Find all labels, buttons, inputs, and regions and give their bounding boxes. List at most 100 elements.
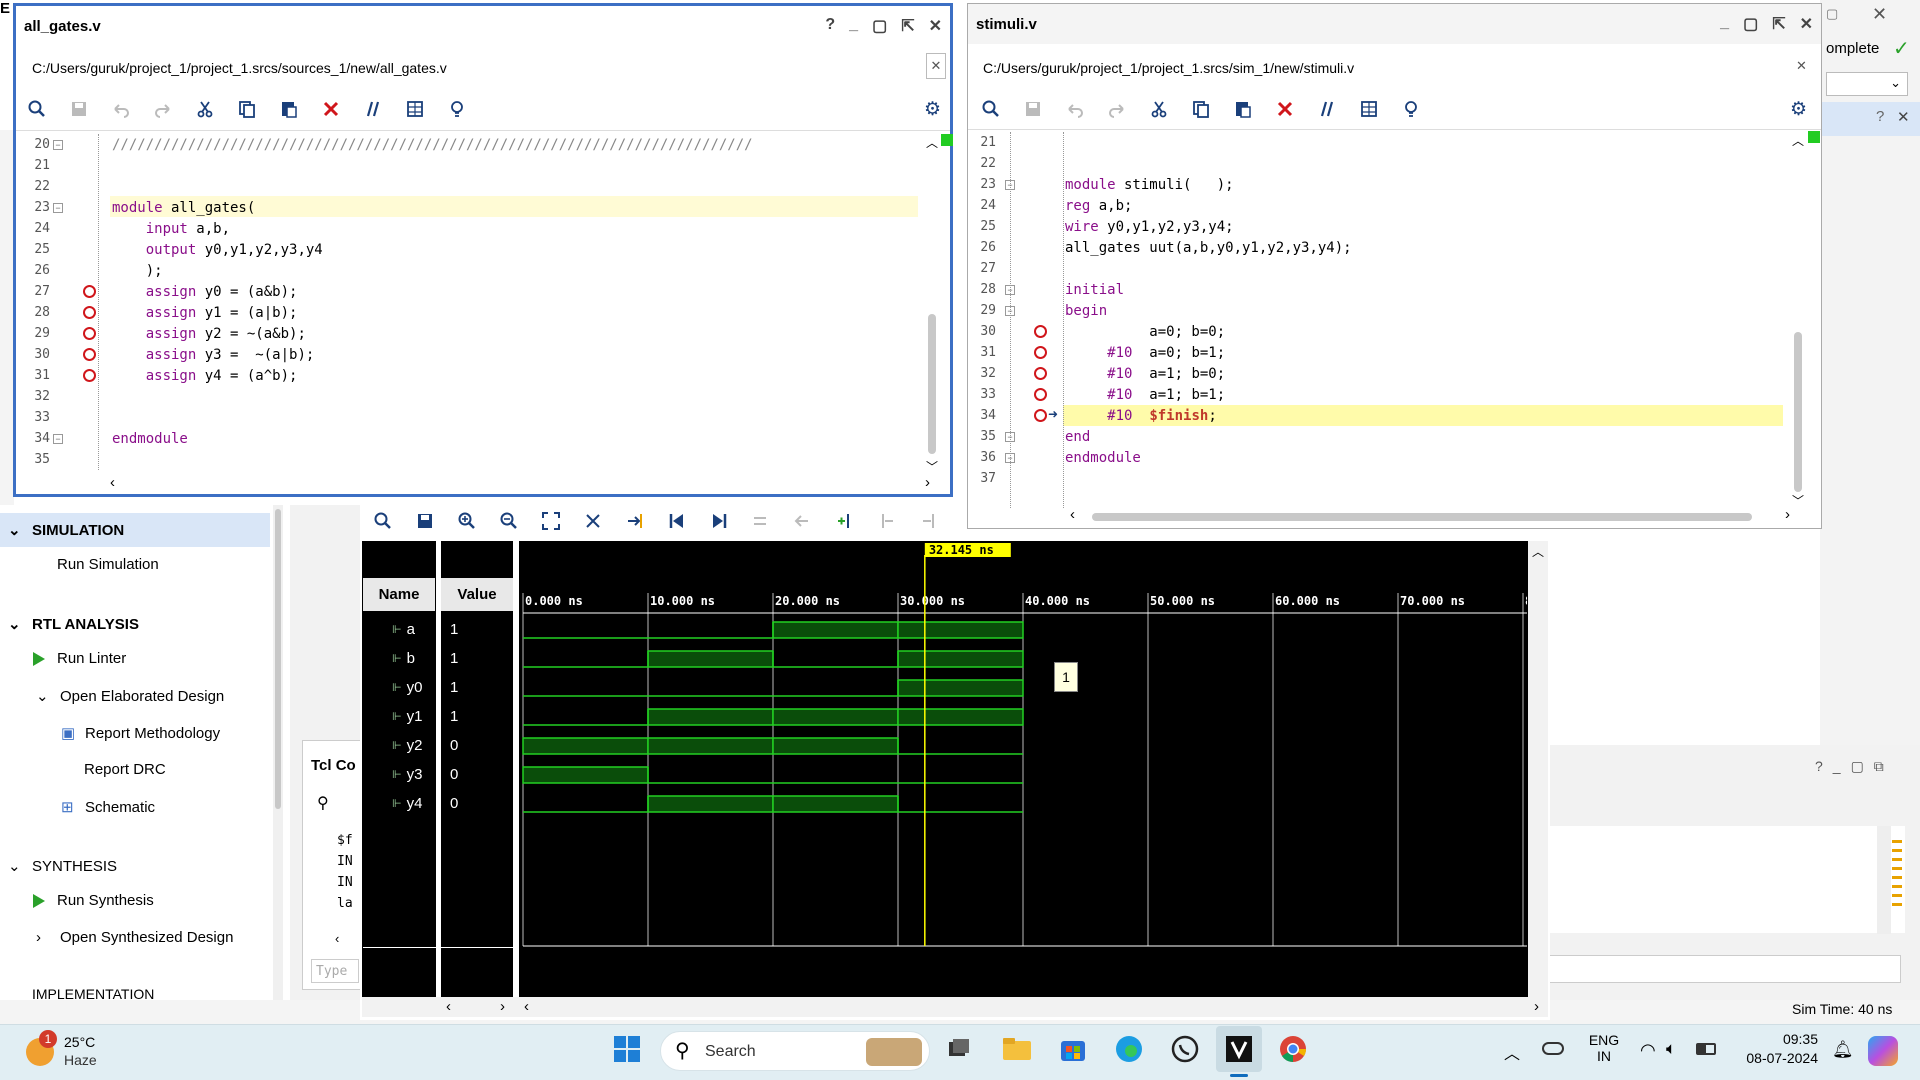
fold-icon[interactable]: − <box>53 203 63 213</box>
code-line[interactable]: endmodule <box>1065 450 1141 466</box>
restore-icon[interactable]: ▢ <box>872 16 887 36</box>
lightbulb-icon[interactable] <box>436 94 478 124</box>
code-line[interactable]: ////////////////////////////////////////… <box>112 137 753 153</box>
fold-icon[interactable]: − <box>53 140 63 150</box>
delete-icon[interactable] <box>1264 94 1306 124</box>
taskbar-search[interactable]: ⚲ Search <box>660 1031 930 1071</box>
background-close-icon[interactable]: ✕ <box>1897 108 1910 126</box>
editor1-vscrollbar[interactable]: ︿ ﹀ <box>924 134 940 474</box>
signal-name-row[interactable]: ⊩ y4 <box>392 791 422 815</box>
schematic-item[interactable]: ⊞ Schematic <box>61 798 155 817</box>
open-synthesized-item[interactable]: › Open Synthesized Design <box>36 929 233 946</box>
next-edge-icon[interactable] <box>908 506 950 536</box>
scroll-down-icon[interactable]: ﹀ <box>926 458 938 475</box>
breakpoint-icon[interactable] <box>83 348 96 361</box>
search-icon[interactable] <box>362 506 404 536</box>
signal-name-row[interactable]: ⊩ a <box>392 617 415 641</box>
lightbulb-icon[interactable] <box>1390 94 1432 124</box>
cut-icon[interactable] <box>1138 94 1180 124</box>
background-help-icon[interactable]: ? <box>1876 108 1884 125</box>
paste-icon[interactable] <box>268 94 310 124</box>
fold-icon[interactable]: − <box>1005 306 1015 316</box>
cut-icon[interactable] <box>184 94 226 124</box>
code-line[interactable]: assign y1 = (a|b); <box>112 305 298 321</box>
run-synthesis-item[interactable]: Run Synthesis <box>33 892 154 909</box>
fold-icon[interactable]: − <box>1005 285 1015 295</box>
code-line[interactable]: assign y2 = ~(a&b); <box>112 326 306 342</box>
clock[interactable]: 09:35 08-07-2024 <box>1738 1031 1818 1066</box>
tcl-scroll-left[interactable]: ‹ <box>335 931 339 946</box>
scroll-left-icon[interactable]: ‹ <box>524 998 529 1015</box>
scroll-up-icon[interactable]: ︿ <box>926 134 938 151</box>
go-to-start-icon[interactable] <box>656 506 698 536</box>
section-rtl-analysis[interactable]: ⌄ RTL ANALYSIS <box>0 607 270 641</box>
copy-icon[interactable] <box>226 94 268 124</box>
go-to-time-icon[interactable] <box>614 506 656 536</box>
previous-marker-icon[interactable] <box>782 506 824 536</box>
code-line[interactable]: endmodule <box>112 431 188 447</box>
breakpoint-icon[interactable] <box>83 285 96 298</box>
fold-icon[interactable]: − <box>1005 432 1015 442</box>
gear-icon[interactable]: ⚙ <box>1790 98 1807 121</box>
signal-name-row[interactable]: ⊩ b <box>392 646 415 670</box>
redo-icon[interactable] <box>142 94 184 124</box>
editor2-vscrollbar[interactable]: ︿ ﹀ <box>1790 132 1806 512</box>
file-explorer-icon[interactable] <box>994 1026 1040 1072</box>
battery-icon[interactable] <box>1696 1043 1716 1055</box>
minimize-icon[interactable]: _ <box>1720 14 1729 34</box>
signal-name-row[interactable]: ⊩ y0 <box>392 675 422 699</box>
code-line[interactable]: begin <box>1065 303 1107 319</box>
waveform-canvas[interactable]: 0.000 ns 10.000 ns 20.000 ns 30.000 ns 40.00… <box>519 541 1527 1016</box>
help-icon[interactable]: ? <box>825 16 835 36</box>
code-line[interactable]: assign y3 = ~(a|b); <box>112 347 315 363</box>
comment-icon[interactable] <box>1306 94 1348 124</box>
section-implementation[interactable]: IMPLEMENTATION <box>8 988 154 1000</box>
run-simulation-item[interactable]: Run Simulation <box>57 556 159 573</box>
search-icon[interactable]: ⚲ <box>317 793 329 813</box>
save-icon[interactable] <box>1012 94 1054 124</box>
scroll-right-icon[interactable]: › <box>500 998 505 1015</box>
code-line[interactable]: a=0; b=0; <box>1065 324 1225 340</box>
task-view-icon[interactable] <box>936 1026 982 1072</box>
editor1-path-close-icon[interactable]: ✕ <box>926 53 946 79</box>
scroll-left-icon[interactable]: ‹ <box>446 998 451 1015</box>
breakpoint-icon[interactable] <box>1034 346 1047 359</box>
open-elaborated-item[interactable]: ⌄ Open Elaborated Design <box>36 687 224 706</box>
fold-icon[interactable]: − <box>1005 180 1015 190</box>
flow-navigator-scrollbar[interactable] <box>273 505 283 1000</box>
breakpoint-icon[interactable] <box>1034 409 1047 422</box>
scroll-down-icon[interactable]: ﹀ <box>1792 492 1804 509</box>
scroll-up-icon[interactable]: ︿ <box>1792 132 1804 149</box>
search-icon[interactable] <box>970 94 1012 124</box>
code-line[interactable]: all_gates uut(a,b,y0,y1,y2,y3,y4); <box>1065 240 1352 256</box>
breakpoint-icon[interactable] <box>1034 367 1047 380</box>
add-marker-icon[interactable] <box>824 506 866 536</box>
code-line[interactable]: module all_gates( <box>112 200 255 216</box>
go-to-end-icon[interactable] <box>698 506 740 536</box>
zoom-out-icon[interactable] <box>488 506 530 536</box>
code-line[interactable]: end <box>1065 429 1090 445</box>
scroll-left-icon[interactable]: ‹ <box>110 474 115 491</box>
search-icon[interactable] <box>16 94 58 124</box>
editor2-path-close-icon[interactable]: ✕ <box>1796 58 1807 74</box>
delete-icon[interactable] <box>310 94 352 124</box>
signal-name-row[interactable]: ⊩ y3 <box>392 762 422 786</box>
store-icon[interactable] <box>1050 1026 1096 1072</box>
editor1-hscrollbar[interactable]: ‹ › <box>110 474 930 492</box>
scroll-right-icon[interactable]: › <box>925 474 930 491</box>
restore-icon[interactable]: ▢ <box>1743 14 1758 34</box>
chevron-up-icon[interactable]: ︿ <box>1504 1040 1520 1064</box>
wifi-icon[interactable]: ◠ <box>1640 1040 1656 1061</box>
save-icon[interactable] <box>404 506 446 536</box>
copilot-icon[interactable] <box>1868 1036 1898 1066</box>
code-line[interactable]: initial <box>1065 282 1124 298</box>
close-icon[interactable]: ✕ <box>929 16 942 36</box>
redo-icon[interactable] <box>1096 94 1138 124</box>
columns-icon[interactable] <box>394 94 436 124</box>
fold-icon[interactable]: − <box>1005 453 1015 463</box>
cursor-snap-icon[interactable] <box>572 506 614 536</box>
language-indicator[interactable]: ENG IN <box>1586 1032 1622 1064</box>
zoom-in-icon[interactable] <box>446 506 488 536</box>
volume-icon[interactable]: 🔈︎ <box>1666 1039 1676 1059</box>
code-line[interactable]: #10 $finish; <box>1065 408 1217 424</box>
